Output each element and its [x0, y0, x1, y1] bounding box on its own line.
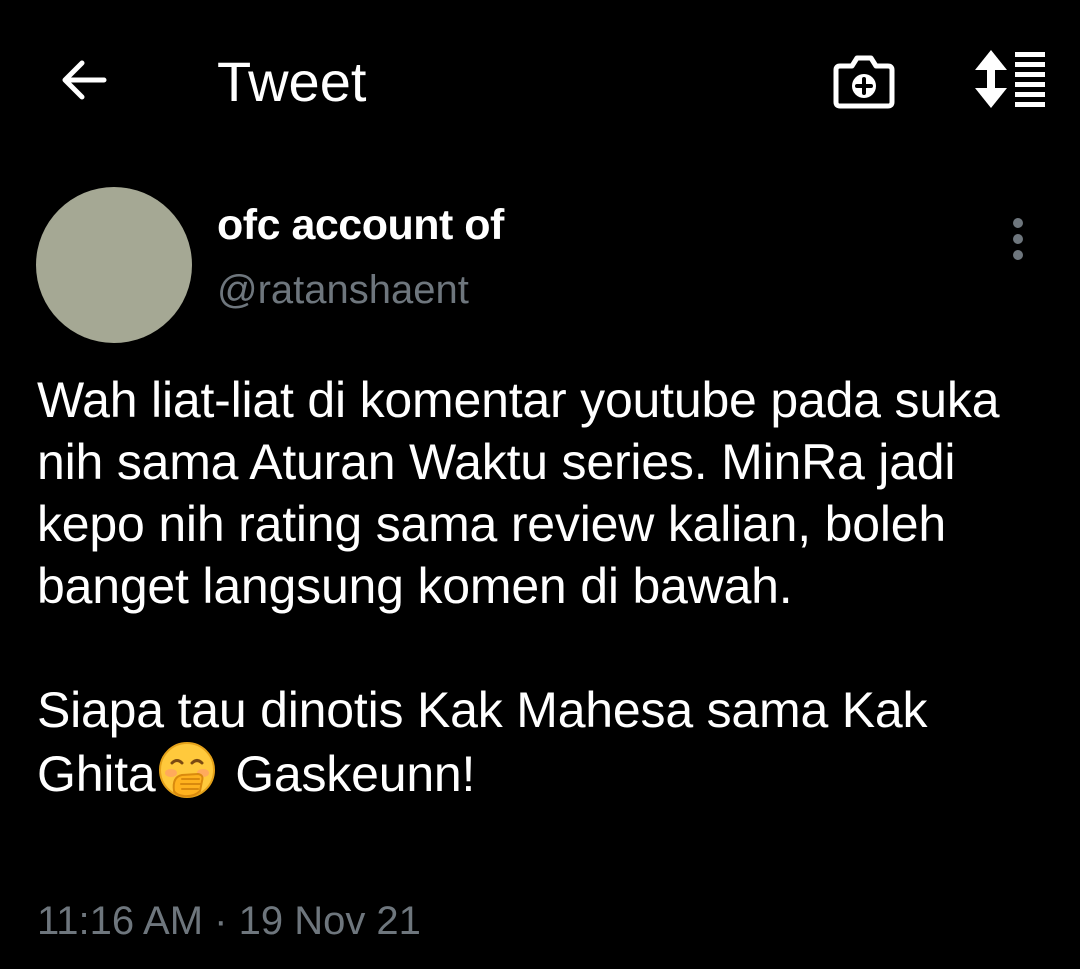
more-options-button[interactable] — [996, 212, 1040, 266]
avatar[interactable] — [36, 187, 192, 343]
tweet-paragraph: Wah liat-liat di komentar youtube pada s… — [37, 372, 1014, 614]
sort-list-icon — [975, 50, 1045, 108]
more-vertical-icon — [1013, 218, 1023, 260]
page-title: Tweet — [217, 50, 367, 113]
sort-button[interactable] — [966, 44, 1050, 114]
arrow-left-icon — [62, 60, 107, 100]
hand-over-mouth-emoji — [158, 741, 216, 813]
camera-add-icon — [833, 55, 895, 109]
back-button[interactable] — [52, 48, 116, 112]
tweet-text: Wah liat-liat di komentar youtube pada s… — [37, 369, 1047, 813]
display-name[interactable]: ofc account of — [217, 200, 504, 250]
tweet-paragraph: Siapa tau dinotis Kak Mahesa sama Kak Gh… — [37, 679, 1047, 813]
tweet-timestamp: 11:16 AM · 19 Nov 21 — [37, 899, 421, 943]
top-app-bar: Tweet — [0, 0, 1080, 165]
user-handle[interactable]: @ratanshaent — [217, 266, 469, 314]
tweet-text-segment: Gaskeunn! — [221, 746, 476, 802]
camera-button[interactable] — [828, 46, 900, 114]
